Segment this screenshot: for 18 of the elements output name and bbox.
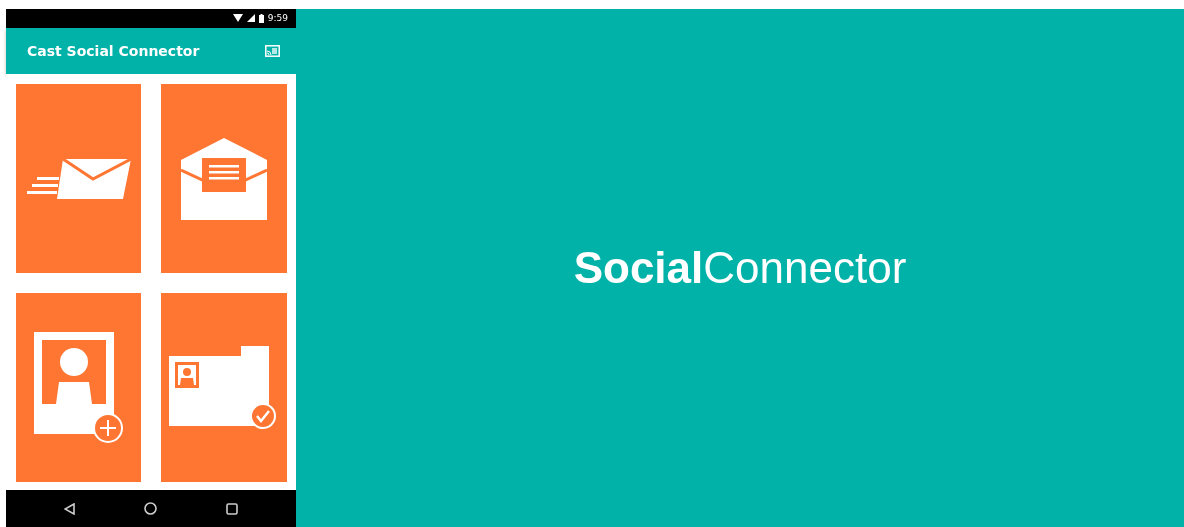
splash-title: SocialConnector bbox=[573, 242, 907, 294]
battery-icon bbox=[258, 13, 264, 23]
app-title: Cast Social Connector bbox=[27, 41, 200, 61]
menu-tile[interactable] bbox=[161, 84, 287, 274]
wifi-icon bbox=[232, 14, 243, 23]
signal-icon bbox=[246, 14, 255, 23]
open-mail-icon bbox=[181, 137, 267, 220]
back-icon[interactable] bbox=[64, 502, 76, 515]
menu-tile[interactable] bbox=[16, 293, 141, 483]
recents-icon[interactable] bbox=[225, 502, 238, 515]
menu-tile[interactable] bbox=[161, 293, 287, 483]
menu-tile[interactable] bbox=[16, 84, 141, 274]
send-mail-icon bbox=[26, 156, 131, 201]
cast-icon[interactable] bbox=[265, 45, 280, 58]
clock-text: 9:59 bbox=[267, 11, 288, 25]
contact-folder-icon bbox=[169, 345, 279, 430]
add-contact-icon bbox=[33, 331, 124, 444]
home-icon[interactable] bbox=[144, 502, 157, 516]
